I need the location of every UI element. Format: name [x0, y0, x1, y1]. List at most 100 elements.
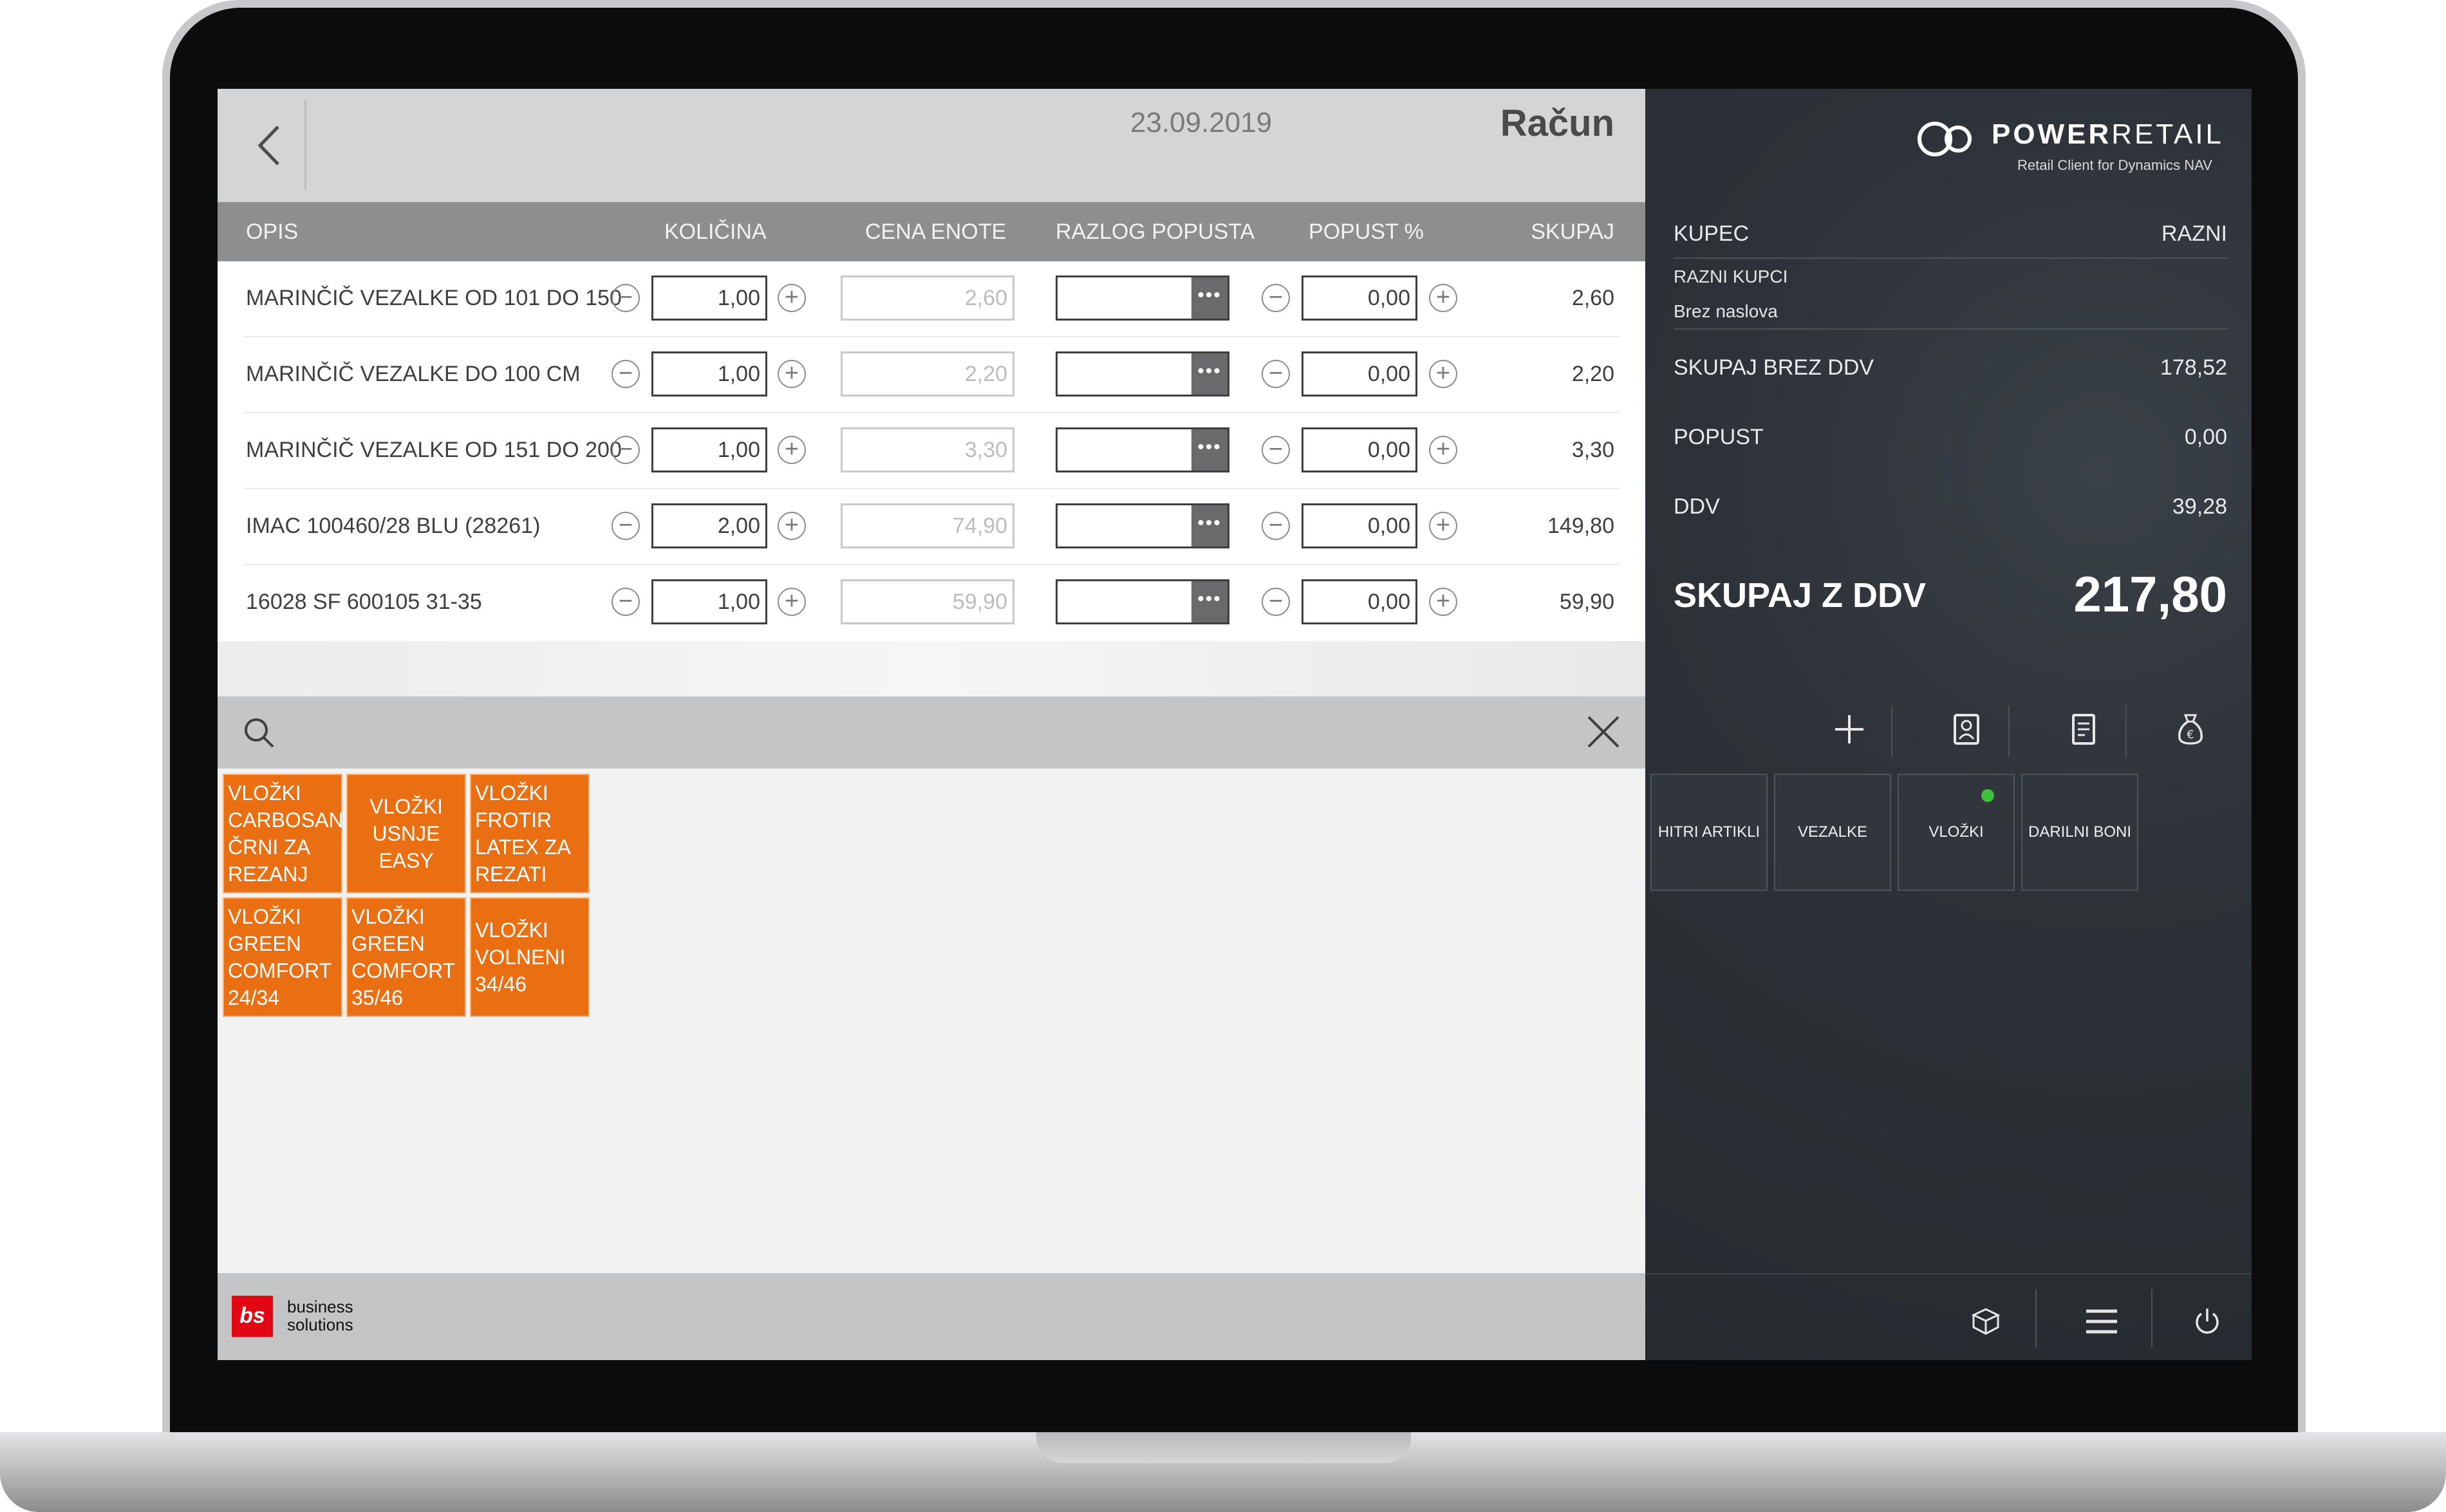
- document-button[interactable]: [2025, 694, 2142, 765]
- category-button[interactable]: HITRI ARTIKLI: [1650, 774, 1768, 891]
- discount-reason-select[interactable]: •••: [1056, 427, 1229, 472]
- power-button[interactable]: [2172, 1293, 2243, 1350]
- discount-input[interactable]: 0,00: [1302, 427, 1417, 472]
- toolbar-divider: [1891, 705, 1892, 757]
- qty-decrease-button[interactable]: −: [612, 588, 640, 616]
- tile-label-line: COMFORT: [351, 959, 456, 982]
- tile-label-line: CARBOSAN: [228, 808, 344, 832]
- qty-increase-button[interactable]: +: [778, 284, 806, 312]
- category-label: VLOŽKI: [1928, 823, 1984, 841]
- active-indicator: [1981, 789, 1994, 802]
- more-options-icon[interactable]: •••: [1191, 429, 1228, 471]
- company-logo: bs: [232, 1296, 273, 1337]
- customer-label: KUPEC: [1674, 221, 1750, 246]
- package-button[interactable]: [1950, 1293, 2021, 1350]
- table-row[interactable]: IMAC 100460/28 BLU (28261) − 2,00 + 74,9…: [218, 489, 1645, 565]
- table-row[interactable]: 16028 SF 600105 31-35 − 1,00 + 59,90 •••…: [218, 565, 1645, 641]
- unit-price-field: 2,60: [841, 275, 1014, 321]
- discount-reason-select[interactable]: •••: [1056, 351, 1229, 397]
- line-description: MARINČIČ VEZALKE OD 151 DO 200: [246, 438, 622, 462]
- brand-name-bold: POWER: [1992, 118, 2112, 150]
- tile-label-line: VLOŽKI: [228, 781, 301, 805]
- item-tile[interactable]: VLOŽKI GREEN COMFORT 35/46: [346, 897, 466, 1017]
- discount-increase-button[interactable]: +: [1429, 284, 1457, 312]
- item-tile[interactable]: VLOŽKI CARBOSAN ČRNI ZA REZANJ: [223, 774, 344, 893]
- table-row[interactable]: MARINČIČ VEZALKE OD 101 DO 150 − 1,00 + …: [218, 261, 1645, 337]
- add-button[interactable]: [1791, 694, 1908, 765]
- close-icon[interactable]: [1585, 713, 1622, 751]
- brand-subtitle: Retail Client for Dynamics NAV: [2017, 157, 2212, 173]
- discount-decrease-button[interactable]: −: [1262, 436, 1290, 464]
- table-row[interactable]: MARINČIČ VEZALKE OD 151 DO 200 − 1,00 + …: [218, 413, 1645, 489]
- discount-decrease-button[interactable]: −: [1262, 360, 1290, 388]
- discount-decrease-button[interactable]: −: [1262, 512, 1290, 540]
- discount-reason-select[interactable]: •••: [1056, 579, 1229, 624]
- search-icon[interactable]: [241, 714, 277, 751]
- item-tile[interactable]: VLOŽKI USNJE EASY: [346, 774, 466, 893]
- discount-increase-button[interactable]: +: [1429, 512, 1457, 540]
- line-description: MARINČIČ VEZALKE DO 100 CM: [246, 362, 581, 386]
- category-button[interactable]: DARILNI BONI: [2021, 774, 2138, 891]
- vat-value: 39,28: [2172, 494, 2227, 519]
- discount-input[interactable]: 0,00: [1302, 503, 1417, 548]
- page-title: Račun: [1500, 102, 1614, 144]
- more-options-icon[interactable]: •••: [1191, 505, 1228, 546]
- column-header-unit-price: CENA ENOTE: [865, 219, 1007, 244]
- discount-decrease-button[interactable]: −: [1262, 588, 1290, 616]
- tile-label-line: VLOŽKI: [351, 905, 425, 928]
- plus-icon: [1835, 715, 1863, 743]
- company-name: business solutions: [287, 1298, 353, 1334]
- menu-button[interactable]: [2066, 1293, 2137, 1350]
- discount-input[interactable]: 0,00: [1302, 275, 1417, 321]
- discount-increase-button[interactable]: +: [1429, 588, 1457, 616]
- divider: [1674, 328, 2227, 330]
- qty-decrease-button[interactable]: −: [612, 436, 640, 464]
- back-button[interactable]: [243, 115, 295, 176]
- brand-header: POWERRETAIL Retail Client for Dynamics N…: [1916, 115, 2225, 185]
- qty-input[interactable]: 1,00: [651, 275, 767, 321]
- tile-label-line: 24/34: [228, 986, 280, 1009]
- more-options-icon[interactable]: •••: [1191, 353, 1228, 395]
- tile-label-line: REZATI: [475, 863, 547, 886]
- line-description: IMAC 100460/28 BLU (28261): [246, 514, 541, 538]
- summary-panel: POWERRETAIL Retail Client for Dynamics N…: [1645, 89, 2252, 1360]
- discount-decrease-button[interactable]: −: [1262, 284, 1290, 312]
- tile-label-line: VLOŽKI: [475, 919, 548, 942]
- discount-input[interactable]: 0,00: [1302, 579, 1417, 624]
- qty-decrease-button[interactable]: −: [612, 512, 640, 540]
- qty-increase-button[interactable]: +: [778, 436, 806, 464]
- category-button[interactable]: VEZALKE: [1774, 774, 1891, 891]
- power-icon: [2196, 1309, 2219, 1334]
- footer-button-divider: [2035, 1289, 2037, 1347]
- discount-label: POPUST: [1674, 425, 1764, 449]
- item-search-bar[interactable]: [218, 696, 1645, 769]
- category-button-active[interactable]: VLOŽKI: [1898, 774, 2015, 891]
- payment-button[interactable]: €: [2142, 694, 2239, 765]
- item-tile[interactable]: VLOŽKI GREEN COMFORT 24/34: [223, 897, 342, 1017]
- qty-increase-button[interactable]: +: [778, 360, 806, 388]
- qty-increase-button[interactable]: +: [778, 512, 806, 540]
- tile-label-line: FROTIR: [475, 808, 552, 832]
- more-options-icon[interactable]: •••: [1191, 581, 1228, 622]
- tile-label-line: 34/46: [475, 973, 527, 996]
- qty-increase-button[interactable]: +: [778, 588, 806, 616]
- discount-input[interactable]: 0,00: [1302, 351, 1417, 397]
- package-icon: [1971, 1308, 2001, 1335]
- qty-input[interactable]: 1,00: [651, 579, 767, 624]
- qty-input[interactable]: 1,00: [651, 427, 767, 472]
- discount-reason-select[interactable]: •••: [1056, 275, 1229, 321]
- more-options-icon[interactable]: •••: [1191, 277, 1228, 319]
- qty-input[interactable]: 1,00: [651, 351, 767, 397]
- item-tile[interactable]: VLOŽKI FROTIR LATEX ZA REZATI: [470, 774, 590, 893]
- discount-increase-button[interactable]: +: [1429, 360, 1457, 388]
- qty-input[interactable]: 2,00: [651, 503, 767, 548]
- discount-reason-select[interactable]: •••: [1056, 503, 1229, 548]
- qty-decrease-button[interactable]: −: [612, 284, 640, 312]
- customer-button[interactable]: [1908, 694, 2025, 765]
- discount-increase-button[interactable]: +: [1429, 436, 1457, 464]
- qty-decrease-button[interactable]: −: [612, 360, 640, 388]
- line-description: MARINČIČ VEZALKE OD 101 DO 150: [246, 286, 622, 310]
- table-row[interactable]: MARINČIČ VEZALKE DO 100 CM − 1,00 + 2,20…: [218, 337, 1645, 413]
- item-tile[interactable]: VLOŽKI VOLNENI 34/46: [470, 897, 590, 1017]
- document-icon: [2072, 714, 2095, 745]
